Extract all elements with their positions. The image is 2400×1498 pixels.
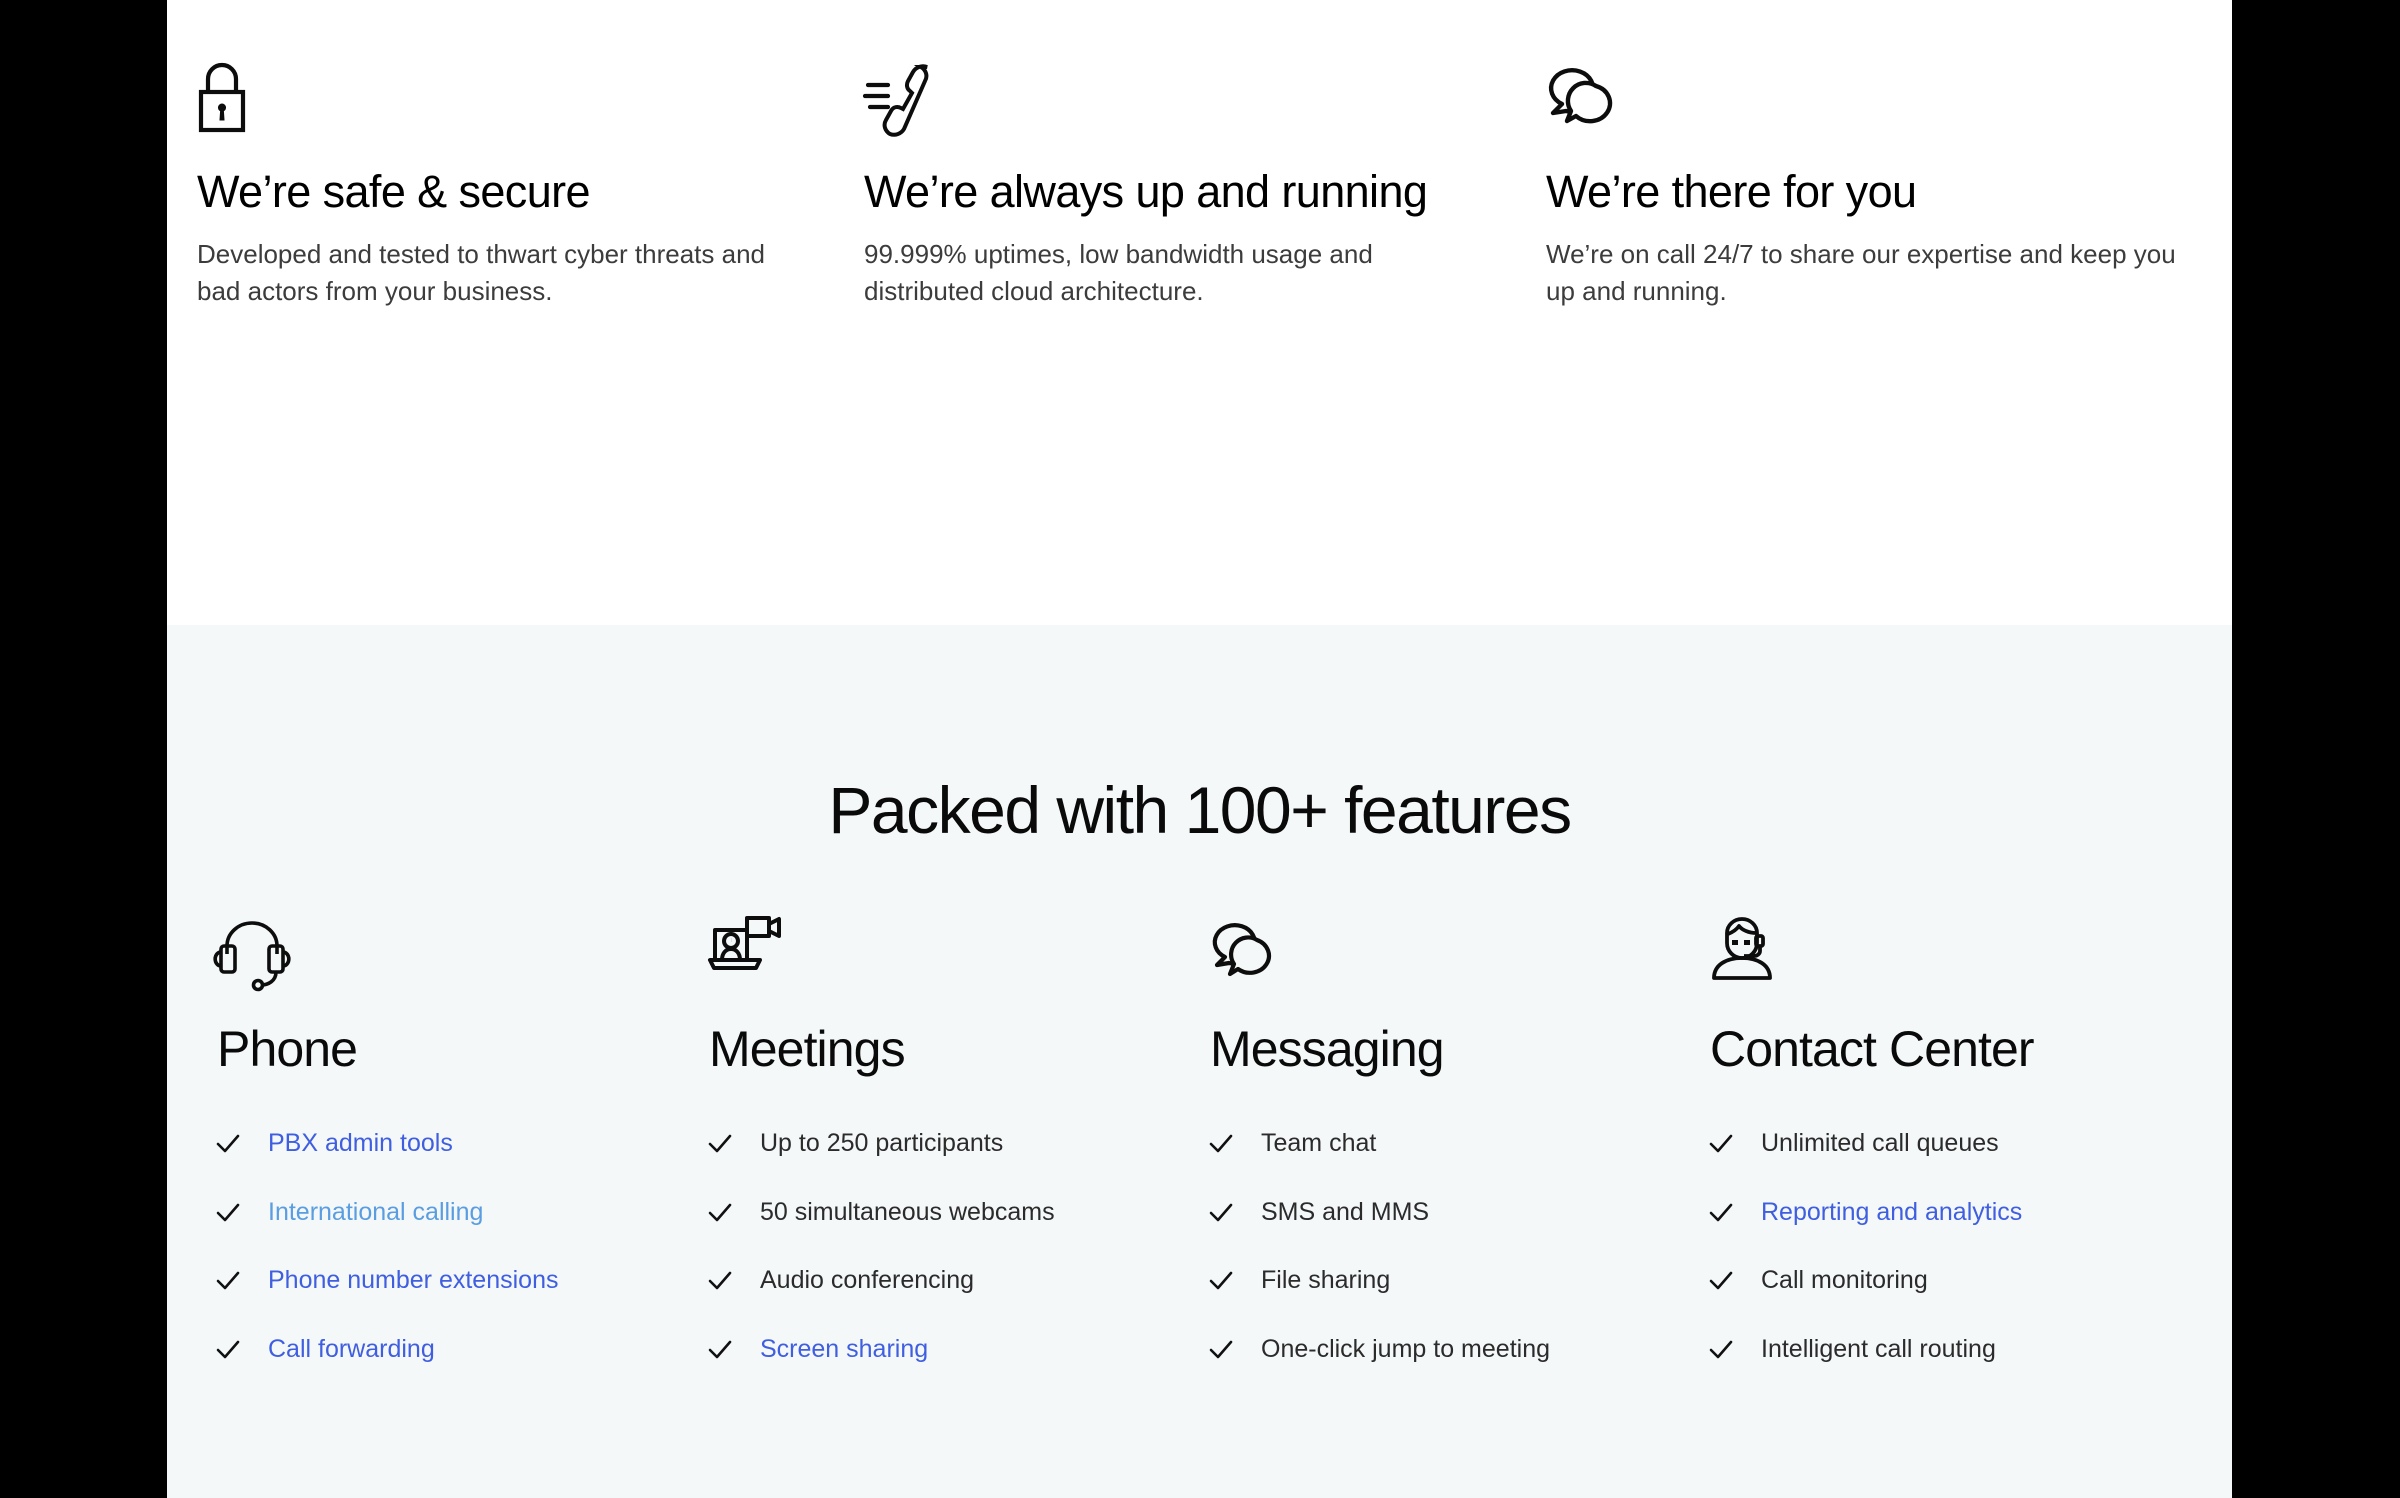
feature-list-item[interactable]: 50 simultaneous webcams <box>708 1197 1143 1227</box>
check-icon <box>216 1203 240 1226</box>
feature-list-item[interactable]: Reporting and analytics <box>1709 1198 2143 1227</box>
feature-list-item[interactable]: SMS and MMS <box>1209 1197 1643 1227</box>
highlight-title: We’re there for you <box>1546 166 1917 217</box>
check-icon <box>708 1271 732 1294</box>
highlight-card-safe-secure: We’re safe & secure Developed and tested… <box>167 60 852 310</box>
feature-column-title: Contact Center <box>1710 1021 2035 1077</box>
feature-list: PBX admin tools International calling Ph… <box>216 1129 643 1364</box>
feature-label: Team chat <box>1261 1129 1377 1157</box>
features-grid: Phone PBX admin tools International call… <box>167 843 2232 1404</box>
feature-label[interactable]: Screen sharing <box>760 1335 928 1364</box>
highlight-card-uptime: We’re always up and running 99.999% upti… <box>852 60 1532 310</box>
check-icon <box>708 1203 732 1226</box>
check-icon <box>708 1134 732 1157</box>
feature-label: One-click jump to meeting <box>1261 1334 1551 1363</box>
check-icon <box>1709 1271 1733 1294</box>
check-icon <box>216 1134 240 1157</box>
feature-label: Unlimited call queues <box>1761 1129 1999 1157</box>
agent-headset-icon <box>1710 916 2143 982</box>
feature-list-item[interactable]: Intelligent call routing <box>1709 1334 2143 1364</box>
feature-column-messaging: Messaging Team chat SMS and MMS File sha… <box>1167 916 1667 1404</box>
check-icon <box>1209 1134 1233 1157</box>
features-heading: Packed with 100+ features <box>828 773 1572 847</box>
feature-list-item[interactable]: Audio conferencing <box>708 1266 1143 1295</box>
feature-column-meetings: Meetings Up to 250 participants 50 simul… <box>667 916 1167 1404</box>
feature-list-item[interactable]: Unlimited call queues <box>1709 1129 2143 1158</box>
page-content: We’re safe & secure Developed and tested… <box>167 0 2232 1498</box>
feature-column-title: Phone <box>217 1021 358 1077</box>
message-bubbles-icon <box>1210 916 1643 982</box>
video-meeting-icon <box>708 916 1143 982</box>
feature-list: Team chat SMS and MMS File sharing One-c… <box>1209 1129 1643 1364</box>
feature-list: Unlimited call queues Reporting and anal… <box>1709 1129 2143 1364</box>
feature-label: Audio conferencing <box>760 1266 975 1294</box>
feature-list-item[interactable]: Up to 250 participants <box>708 1129 1143 1158</box>
feature-label: File sharing <box>1261 1266 1391 1294</box>
feature-label: Up to 250 participants <box>760 1129 1004 1157</box>
feature-list-item[interactable]: Call forwarding <box>216 1335 643 1364</box>
feature-list-item[interactable]: Phone number extensions <box>216 1266 643 1295</box>
lock-icon <box>197 60 812 138</box>
highlight-title: We’re always up and running <box>864 166 1428 217</box>
check-icon <box>1209 1271 1233 1294</box>
check-icon <box>708 1340 732 1363</box>
features-section: Packed with 100+ features Phone PBX admi… <box>167 625 2232 1498</box>
highlights-row: We’re safe & secure Developed and tested… <box>167 0 2232 310</box>
feature-label: Call monitoring <box>1761 1266 1928 1294</box>
feature-column-phone: Phone PBX admin tools International call… <box>167 916 667 1404</box>
check-icon <box>216 1271 240 1294</box>
feature-label[interactable]: Call forwarding <box>268 1335 435 1364</box>
feature-label[interactable]: Phone number extensions <box>268 1266 558 1295</box>
feature-label: Intelligent call routing <box>1761 1334 1996 1363</box>
check-icon <box>1709 1203 1733 1226</box>
feature-label: SMS and MMS <box>1261 1197 1430 1226</box>
feature-column-title: Messaging <box>1210 1021 1445 1077</box>
feature-list-item[interactable]: International calling <box>216 1198 643 1227</box>
feature-label[interactable]: PBX admin tools <box>268 1129 453 1158</box>
ringing-phone-icon <box>862 60 1492 138</box>
feature-list-item[interactable]: Team chat <box>1209 1129 1643 1158</box>
trust-highlights-section: We’re safe & secure Developed and tested… <box>167 0 2232 625</box>
check-icon <box>1709 1134 1733 1157</box>
highlight-description: 99.999% uptimes, low bandwidth usage and… <box>864 238 1373 306</box>
feature-list-item[interactable]: One-click jump to meeting <box>1209 1334 1643 1364</box>
chat-bubbles-icon <box>1546 60 2192 138</box>
feature-list-item[interactable]: Call monitoring <box>1709 1266 2143 1295</box>
feature-label[interactable]: International calling <box>268 1198 483 1227</box>
headset-icon <box>213 916 643 992</box>
feature-column-contact-center: Contact Center Unlimited call queues Rep… <box>1667 916 2167 1404</box>
feature-list-item[interactable]: PBX admin tools <box>216 1129 643 1158</box>
highlight-card-support: We’re there for you We’re on call 24/7 t… <box>1532 60 2232 310</box>
check-icon <box>216 1340 240 1363</box>
check-icon <box>1209 1340 1233 1363</box>
check-icon <box>1209 1203 1233 1226</box>
feature-list-item[interactable]: Screen sharing <box>708 1335 1143 1364</box>
feature-column-title: Meetings <box>709 1021 906 1077</box>
highlight-title: We’re safe & secure <box>197 166 591 217</box>
feature-label[interactable]: Reporting and analytics <box>1761 1198 2022 1227</box>
feature-list: Up to 250 participants 50 simultaneous w… <box>708 1129 1143 1364</box>
highlight-description: We’re on call 24/7 to share our expertis… <box>1546 238 2176 306</box>
feature-label: 50 simultaneous webcams <box>760 1197 1055 1226</box>
highlight-description: Developed and tested to thwart cyber thr… <box>197 238 766 306</box>
check-icon <box>1709 1340 1733 1363</box>
feature-list-item[interactable]: File sharing <box>1209 1266 1643 1295</box>
